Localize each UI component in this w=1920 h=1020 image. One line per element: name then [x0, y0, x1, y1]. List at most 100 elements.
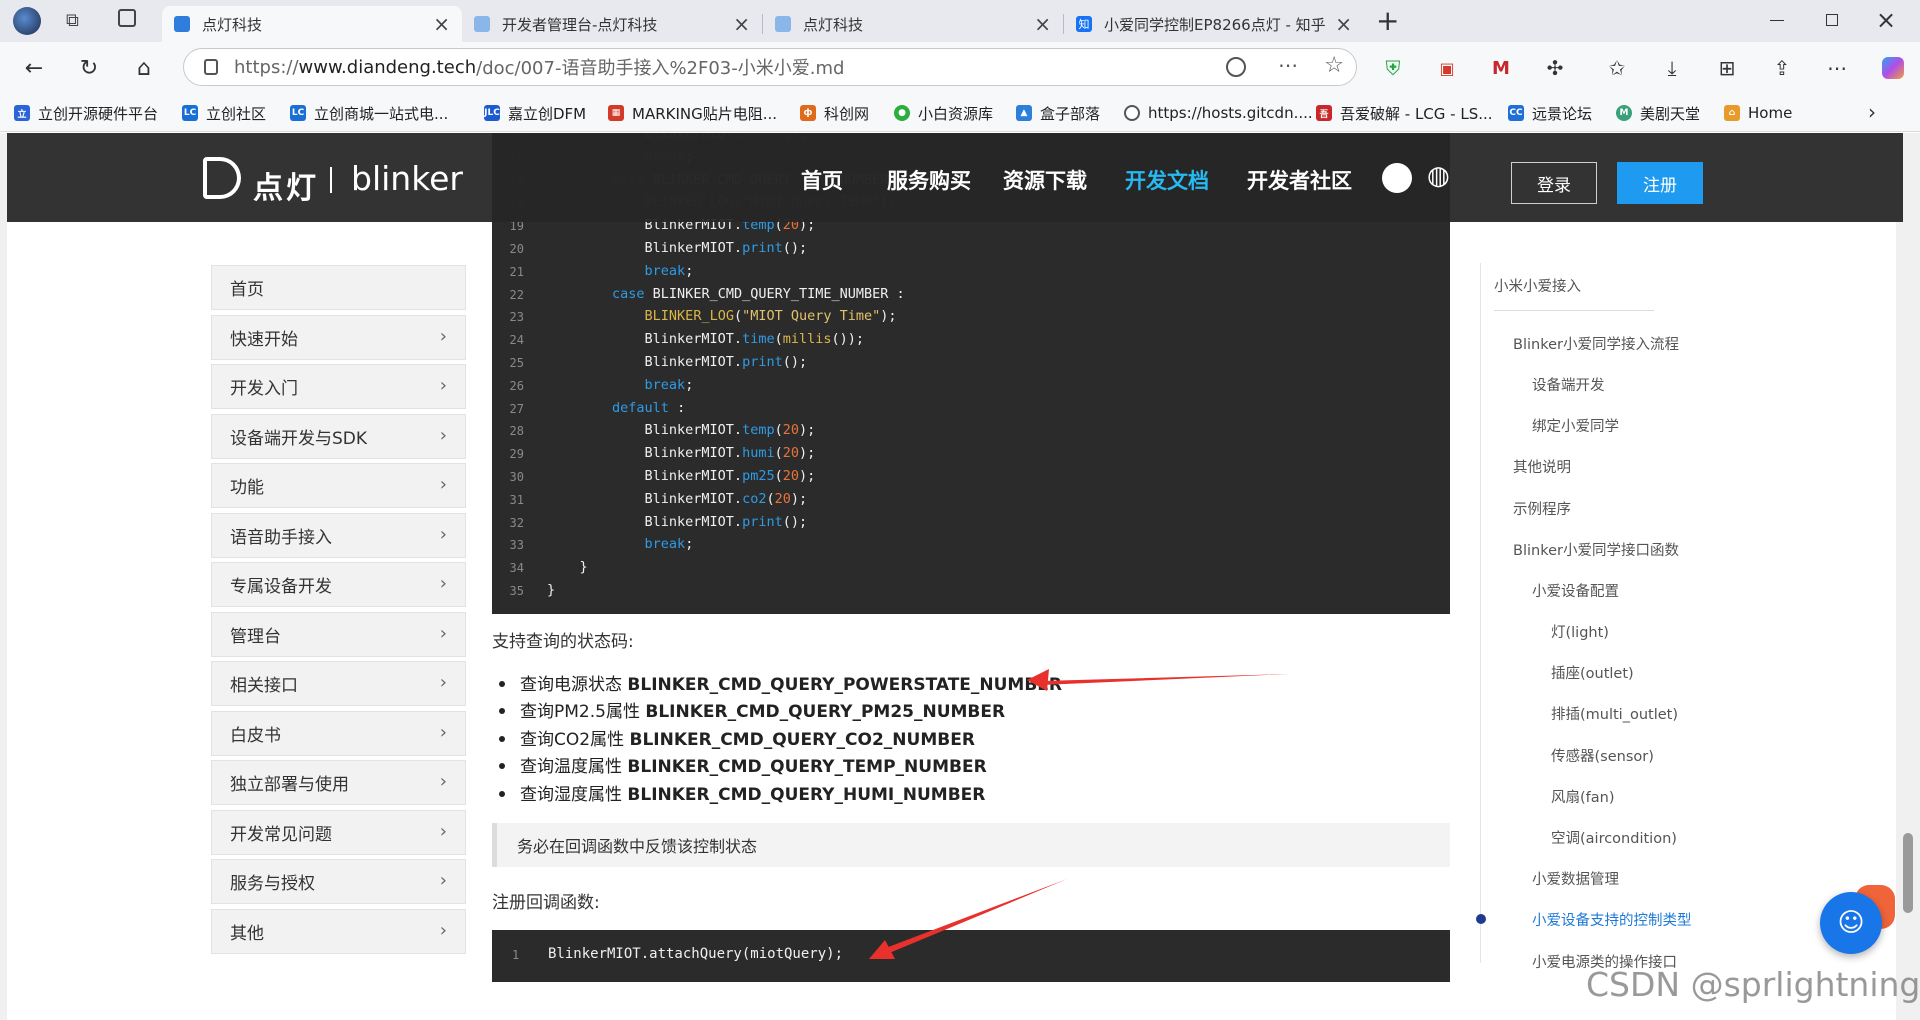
m-extension-icon[interactable]: M — [1484, 52, 1518, 84]
logo-text-en[interactable]: blinker — [351, 159, 463, 198]
vertical-tabs-icon[interactable] — [118, 9, 136, 27]
github-icon[interactable] — [1382, 163, 1412, 193]
toc-item[interactable]: 设备端开发 — [1532, 374, 1605, 395]
nav-dev-docs[interactable]: 开发文档 — [1125, 165, 1209, 195]
new-tab-icon[interactable]: + — [1376, 4, 1399, 37]
scrollbar-thumb[interactable] — [1903, 833, 1913, 913]
site-info-icon[interactable] — [204, 59, 218, 75]
close-icon[interactable]: × — [1335, 12, 1352, 36]
toc-item[interactable]: 灯(light) — [1551, 621, 1609, 642]
close-icon[interactable]: × — [433, 12, 450, 36]
bookmark-item[interactable]: https://hosts.gitcdn.... — [1124, 103, 1313, 123]
toc-item[interactable]: 空调(aircondition) — [1551, 827, 1677, 848]
close-icon[interactable]: × — [733, 12, 750, 36]
favorites-icon[interactable]: ✩ — [1600, 52, 1634, 84]
wechat-icon[interactable]: ◍ — [1427, 161, 1450, 191]
copilot-icon[interactable] — [1876, 52, 1910, 84]
toc-item[interactable]: 小爱数据管理 — [1532, 868, 1619, 889]
share-icon[interactable]: ⇪ — [1765, 52, 1799, 84]
reload-icon[interactable]: ↻ — [72, 52, 106, 84]
sidebar-item-voice-assistant[interactable]: 语音助手接入 › — [211, 513, 466, 558]
login-button[interactable]: 登录 — [1511, 162, 1597, 204]
bookmark-item[interactable]: M 美剧天堂 — [1616, 103, 1700, 123]
nav-home[interactable]: 首页 — [801, 165, 843, 195]
sidebar-item-features[interactable]: 功能 › — [211, 463, 466, 508]
code-text: BlinkerMIOT.humi(20); — [547, 445, 816, 462]
settings-more-icon[interactable]: ⋯ — [1820, 52, 1854, 84]
register-code-block[interactable]: 1 BlinkerMIOT.attachQuery(miotQuery); — [492, 930, 1450, 982]
toc-item[interactable]: 排插(multi_outlet) — [1551, 703, 1678, 724]
profile-avatar[interactable] — [13, 7, 41, 35]
favorite-star-icon[interactable]: ☆ — [1324, 53, 1344, 78]
close-icon[interactable]: × — [1034, 12, 1051, 36]
toc-item[interactable]: 绑定小爱同学 — [1532, 415, 1619, 436]
sidebar-item-dedicated-device[interactable]: 专属设备开发 › — [211, 562, 466, 607]
nav-dev-community[interactable]: 开发者社区 — [1247, 165, 1352, 195]
tab-developer-console[interactable]: 开发者管理台-点灯科技 × — [462, 6, 762, 42]
toc-item[interactable]: Blinker小爱同学接口函数 — [1513, 539, 1679, 560]
sidebar-item-related-api[interactable]: 相关接口 › — [211, 661, 466, 706]
nav-service-purchase[interactable]: 服务购买 — [887, 165, 971, 195]
logo-text-cn[interactable]: 点灯 — [253, 163, 319, 207]
sidebar-item-console[interactable]: 管理台 › — [211, 612, 466, 657]
bookmark-item[interactable]: ⌂ Home — [1724, 103, 1792, 123]
line-number: 23 — [509, 310, 524, 325]
tab-diandeng-1[interactable]: 点灯科技 × — [162, 6, 462, 42]
sidebar-item-device-sdk[interactable]: 设备端开发与SDK › — [211, 414, 466, 459]
toc-item[interactable]: 传感器(sensor) — [1551, 745, 1654, 766]
tab-zhihu[interactable]: 知 小爱同学控制EP8266点灯 - 知乎 × — [1064, 6, 1364, 42]
bookmark-item[interactable]: ф 科创网 — [800, 103, 869, 123]
toc-item[interactable]: 示例程序 — [1513, 498, 1571, 519]
bookmark-item[interactable]: ▲ 盒子部落 — [1016, 103, 1100, 123]
nav-resource-download[interactable]: 资源下载 — [1003, 165, 1087, 195]
52pojie-icon: 吾 — [1316, 105, 1332, 121]
blinker-logo-icon[interactable] — [203, 157, 241, 199]
address-bar[interactable]: https:// www.diandeng.tech /doc/007-语音助手… — [183, 48, 1357, 86]
downloads-icon[interactable]: ⤓ — [1655, 52, 1689, 84]
sidebar-item-quick-start[interactable]: 快速开始 › — [211, 315, 466, 360]
bookmark-item[interactable]: LC 立创商城一站式电... — [290, 103, 448, 123]
sidebar-item-whitepaper[interactable]: 白皮书 › — [211, 711, 466, 756]
sidebar-item-getting-started[interactable]: 开发入门 › — [211, 364, 466, 409]
line-number: 21 — [509, 264, 524, 279]
shield-extension-icon[interactable]: ⛨ — [1376, 52, 1410, 84]
sidebar-item-self-deploy[interactable]: 独立部署与使用 › — [211, 760, 466, 805]
bookmark-item[interactable]: 立立创开源硬件平台 — [14, 103, 158, 123]
toc-item[interactable]: 插座(outlet) — [1551, 662, 1634, 683]
tab-diandeng-2[interactable]: 点灯科技 × — [763, 6, 1063, 42]
toc-item[interactable]: 小爱设备配置 — [1532, 580, 1619, 601]
home-bookmark-icon: ⌂ — [1724, 105, 1740, 121]
line-number: 22 — [509, 287, 524, 302]
sidebar-item-faq[interactable]: 开发常见问题 › — [211, 810, 466, 855]
window-close-icon[interactable]: × — [1876, 6, 1896, 34]
bookmark-item[interactable]: 吾吾爱破解 - LCG - LS... — [1316, 103, 1493, 123]
toc-item[interactable]: 其他说明 — [1513, 456, 1571, 477]
home-icon[interactable]: ⌂ — [127, 52, 161, 84]
bookmark-item[interactable]: ▦ MARKING贴片电阻... — [608, 103, 777, 123]
minimize-icon[interactable] — [1770, 20, 1784, 21]
list-bullet — [499, 791, 505, 797]
workspaces-icon[interactable]: ⧉ — [66, 10, 79, 31]
toc-item[interactable]: 小米小爱接入 — [1494, 275, 1581, 296]
toc-item[interactable]: Blinker小爱同学接入流程 — [1513, 333, 1679, 354]
chevron-right-icon: › — [439, 623, 447, 644]
more-tools-icon[interactable]: ⋯ — [1278, 53, 1298, 77]
restore-icon[interactable] — [1826, 14, 1838, 26]
chat-support-button[interactable]: ☺ — [1820, 892, 1882, 954]
toc-item[interactable]: 小爱设备支持的控制类型 — [1532, 909, 1692, 930]
bookmark-item[interactable]: JLC 嘉立创DFM — [484, 103, 586, 123]
extension-icon[interactable]: ▣ — [1430, 52, 1464, 84]
bookmark-item[interactable]: LC 立创社区 — [182, 103, 266, 123]
bookmark-item[interactable]: CC 远景论坛 — [1508, 103, 1592, 123]
sidebar-item-home[interactable]: 首页 — [211, 265, 466, 310]
translate-icon[interactable] — [1226, 57, 1246, 77]
toc-item[interactable]: 风扇(fan) — [1551, 786, 1615, 807]
collections-icon[interactable]: ⊞ — [1710, 52, 1744, 84]
back-icon[interactable]: ← — [17, 52, 51, 84]
register-button[interactable]: 注册 — [1617, 162, 1703, 204]
extensions-puzzle-icon[interactable]: ✣ — [1538, 52, 1572, 84]
sidebar-item-other[interactable]: 其他 › — [211, 909, 466, 954]
chevron-right-icon[interactable]: › — [1868, 100, 1876, 124]
bookmark-item[interactable]: ● 小白资源库 — [894, 103, 993, 123]
sidebar-item-service-license[interactable]: 服务与授权 › — [211, 859, 466, 904]
